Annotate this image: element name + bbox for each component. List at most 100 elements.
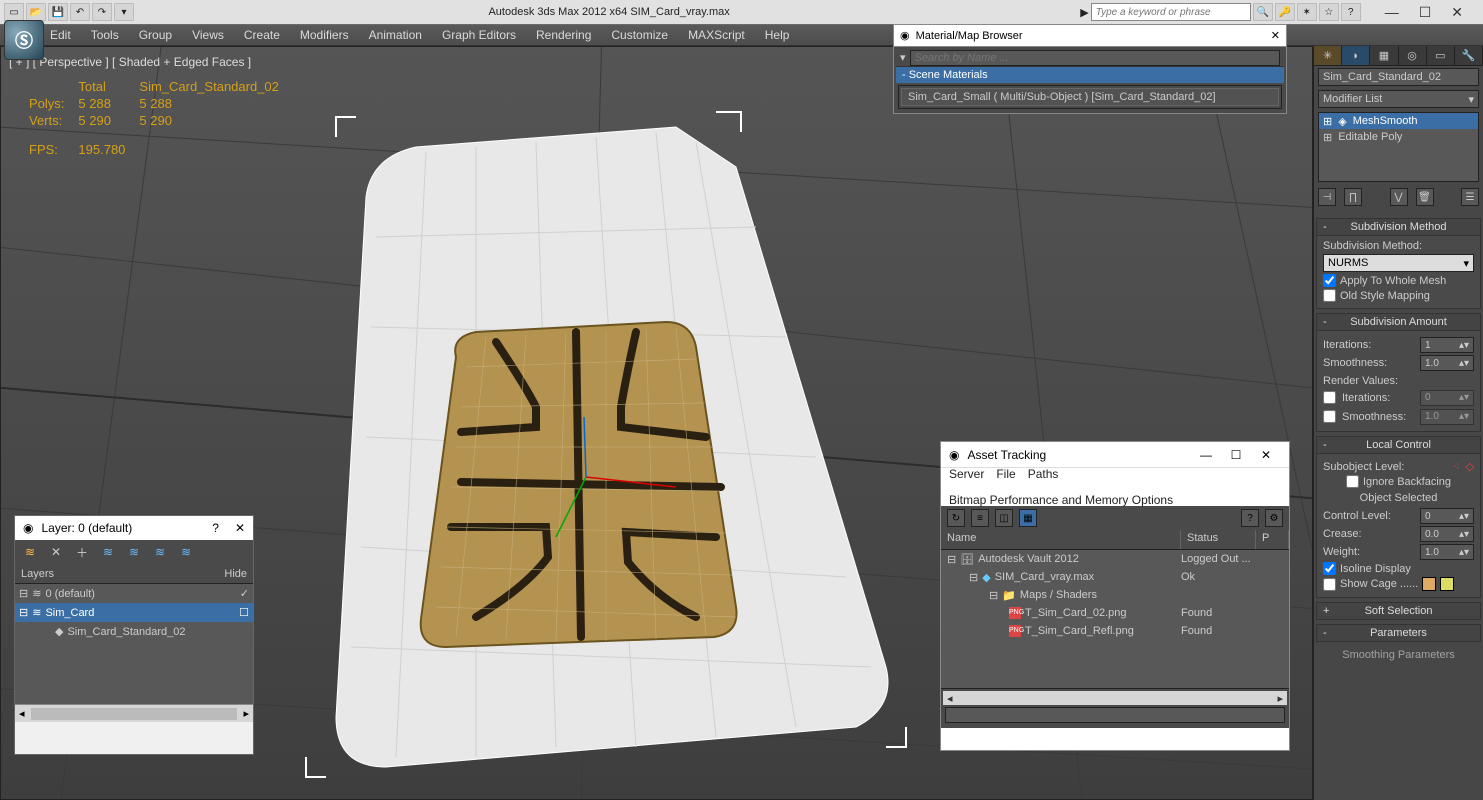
- qat-save-icon[interactable]: 💾: [48, 3, 68, 21]
- make-unique-icon[interactable]: ⋁: [1390, 188, 1408, 206]
- menu-customize[interactable]: Customize: [611, 28, 668, 42]
- asset-row-tex1[interactable]: PNGT_Sim_Card_02.pngFound: [941, 604, 1289, 622]
- material-browser-titlebar[interactable]: ◉ Material/Map Browser ✕: [894, 25, 1286, 47]
- asset-col-status[interactable]: Status: [1181, 530, 1256, 549]
- motion-tab-icon[interactable]: ◎: [1399, 46, 1427, 65]
- layer-row-default[interactable]: ⊟≋0 (default)✓: [15, 584, 253, 603]
- mb-scene-materials-header[interactable]: - Scene Materials: [896, 67, 1284, 83]
- asset-maximize-icon[interactable]: ☐: [1221, 448, 1251, 462]
- edge-subobj-icon[interactable]: ◇: [1466, 461, 1474, 473]
- iterations-spinner[interactable]: 1▴▾: [1420, 337, 1474, 353]
- cage-color-1-swatch[interactable]: [1422, 577, 1436, 591]
- layer-panel-titlebar[interactable]: ◉ Layer: 0 (default) ? ✕: [15, 516, 253, 540]
- modifier-list-dropdown[interactable]: Modifier List▾: [1318, 90, 1479, 108]
- modify-tab-icon[interactable]: ◗: [1342, 46, 1370, 65]
- menu-tools[interactable]: Tools: [91, 28, 119, 42]
- material-browser-close-icon[interactable]: ✕: [1271, 29, 1280, 42]
- asset-table-icon[interactable]: ▦: [1019, 509, 1037, 527]
- asset-minimize-icon[interactable]: —: [1191, 448, 1221, 462]
- hide-col-header[interactable]: Hide: [224, 568, 247, 580]
- asset-settings-icon[interactable]: ⚙: [1265, 509, 1283, 527]
- menu-create[interactable]: Create: [244, 28, 280, 42]
- help-icon[interactable]: ?: [1341, 3, 1361, 21]
- asset-help-icon[interactable]: ?: [1241, 509, 1259, 527]
- pin-stack-icon[interactable]: ⊣: [1318, 188, 1336, 206]
- add-to-layer-icon[interactable]: ＋: [73, 543, 91, 561]
- object-name-field[interactable]: Sim_Card_Standard_02: [1318, 68, 1479, 86]
- rollout-header-subdiv-method[interactable]: -Subdivision Method: [1316, 218, 1481, 236]
- layer-hscroll[interactable]: ◂▸: [15, 704, 253, 722]
- mb-options-icon[interactable]: ▾: [900, 51, 906, 64]
- vertex-subobj-icon[interactable]: ⁖: [1453, 461, 1459, 473]
- render-iter-spinner[interactable]: 0▴▾: [1420, 390, 1474, 406]
- binoculars-icon[interactable]: 🔍: [1253, 3, 1273, 21]
- isoline-display-checkbox[interactable]: Isoline Display: [1323, 562, 1474, 575]
- hierarchy-tab-icon[interactable]: ▦: [1370, 46, 1398, 65]
- display-tab-icon[interactable]: ▭: [1427, 46, 1455, 65]
- qat-undo-icon[interactable]: ↶: [70, 3, 90, 21]
- asset-close-icon[interactable]: ✕: [1251, 448, 1281, 462]
- layers-col-header[interactable]: Layers: [21, 568, 224, 580]
- qat-open-icon[interactable]: 📂: [26, 3, 46, 21]
- menu-group[interactable]: Group: [139, 28, 172, 42]
- menu-animation[interactable]: Animation: [369, 28, 422, 42]
- asset-col-p[interactable]: P: [1256, 530, 1289, 549]
- utilities-tab-icon[interactable]: 🔧: [1455, 46, 1483, 65]
- qat-more-icon[interactable]: ▾: [114, 3, 134, 21]
- render-iter-checkbox[interactable]: Iterations:: [1323, 391, 1390, 404]
- asset-status-icon[interactable]: ≡: [971, 509, 989, 527]
- menu-graph-editors[interactable]: Graph Editors: [442, 28, 516, 42]
- menu-views[interactable]: Views: [192, 28, 224, 42]
- control-level-spinner[interactable]: 0▴▾: [1420, 508, 1474, 524]
- rollout-header-local-control[interactable]: -Local Control: [1316, 436, 1481, 454]
- show-end-result-icon[interactable]: ∏: [1344, 188, 1362, 206]
- select-layer-obj-icon[interactable]: ≋: [99, 543, 117, 561]
- crease-spinner[interactable]: 0.0▴▾: [1420, 526, 1474, 542]
- qat-new-icon[interactable]: ▭: [4, 3, 24, 21]
- expand-icon[interactable]: ⊞: [1323, 115, 1332, 128]
- asset-tree-icon[interactable]: ◫: [995, 509, 1013, 527]
- asset-hscroll-right-icon[interactable]: ▸: [1277, 692, 1283, 705]
- qat-redo-icon[interactable]: ↷: [92, 3, 112, 21]
- render-smooth-spinner[interactable]: 1.0▴▾: [1420, 409, 1474, 425]
- asset-tracking-titlebar[interactable]: ◉ Asset Tracking — ☐ ✕: [941, 442, 1289, 468]
- search-arrow-icon[interactable]: ▶: [1080, 6, 1088, 19]
- menu-rendering[interactable]: Rendering: [536, 28, 591, 42]
- subdiv-method-dropdown[interactable]: NURMS▾: [1323, 254, 1474, 272]
- smoothness-spinner[interactable]: 1.0▴▾: [1420, 355, 1474, 371]
- create-tab-icon[interactable]: ✳: [1314, 46, 1342, 65]
- old-style-mapping-checkbox[interactable]: Old Style Mapping: [1323, 289, 1474, 302]
- asset-hscroll-left-icon[interactable]: ◂: [947, 692, 953, 705]
- ignore-backfacing-checkbox[interactable]: Ignore Backfacing: [1323, 475, 1474, 488]
- expand-icon[interactable]: ⊞: [1323, 131, 1332, 144]
- minimize-icon[interactable]: —: [1385, 4, 1399, 21]
- render-smooth-checkbox[interactable]: Smoothness:: [1323, 410, 1406, 423]
- menu-edit[interactable]: Edit: [50, 28, 71, 42]
- exchange-icon[interactable]: ✶: [1297, 3, 1317, 21]
- menu-maxscript[interactable]: MAXScript: [688, 28, 745, 42]
- apply-whole-mesh-checkbox[interactable]: Apply To Whole Mesh: [1323, 274, 1474, 287]
- rollout-header-smoothing-parameters[interactable]: Smoothing Parameters: [1316, 646, 1481, 664]
- rollout-header-subdiv-amount[interactable]: -Subdivision Amount: [1316, 313, 1481, 331]
- app-menu-icon[interactable]: Ⓢ: [4, 20, 44, 60]
- help-search-input[interactable]: [1091, 3, 1251, 21]
- show-cage-checkbox[interactable]: Show Cage ......: [1323, 577, 1474, 591]
- modstack-editable-poly[interactable]: ⊞Editable Poly: [1319, 129, 1478, 145]
- bulb-on-icon[interactable]: ◈: [1338, 115, 1346, 128]
- rollout-header-soft-selection[interactable]: +Soft Selection: [1316, 602, 1481, 620]
- asset-menu-server[interactable]: Server: [949, 467, 984, 481]
- layer-panel-close-icon[interactable]: ✕: [235, 521, 245, 535]
- modifier-stack[interactable]: ⊞◈MeshSmooth ⊞Editable Poly: [1318, 112, 1479, 182]
- modstack-meshsmooth[interactable]: ⊞◈MeshSmooth: [1319, 113, 1478, 129]
- asset-row-tex2[interactable]: PNGT_Sim_Card_Refl.pngFound: [941, 622, 1289, 640]
- weight-spinner[interactable]: 1.0▴▾: [1420, 544, 1474, 560]
- maximize-icon[interactable]: ☐: [1419, 4, 1432, 21]
- layer-row-simcard[interactable]: ⊟≋Sim_Card☐: [15, 603, 253, 622]
- configure-sets-icon[interactable]: ☰: [1461, 188, 1479, 206]
- rollout-header-parameters[interactable]: -Parameters: [1316, 624, 1481, 642]
- favorite-icon[interactable]: ☆: [1319, 3, 1339, 21]
- asset-menu-file[interactable]: File: [996, 467, 1015, 481]
- freeze-layer-icon[interactable]: ≋: [177, 543, 195, 561]
- select-layer-cur-icon[interactable]: ≋: [125, 543, 143, 561]
- remove-modifier-icon[interactable]: 🗑: [1416, 188, 1434, 206]
